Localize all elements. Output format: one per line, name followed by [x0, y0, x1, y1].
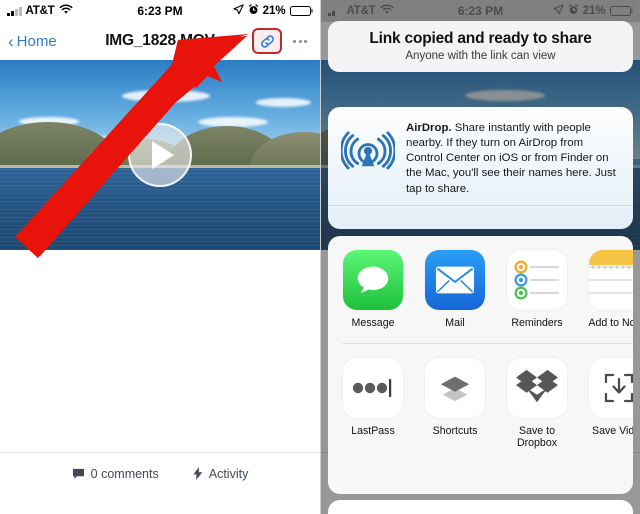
two-phone-comparison: AT&T 6:23 PM 21% ‹ Home IMG_1828.MOV 0 c…: [0, 0, 640, 514]
share-target-label: LastPass: [351, 424, 395, 437]
banner-title: Link copied and ready to share: [369, 30, 592, 47]
activity-button[interactable]: Activity: [193, 466, 249, 481]
status-bar-right-group: 21%: [232, 4, 313, 18]
play-icon: [151, 141, 174, 169]
comments-button[interactable]: 0 comments: [72, 467, 159, 481]
navigation-bar-left: ‹ Home IMG_1828.MOV: [0, 22, 320, 60]
page-title: IMG_1828.MOV: [105, 32, 215, 49]
share-target-mail[interactable]: Mail: [424, 250, 486, 330]
shortcuts-icon: [425, 357, 485, 418]
comments-label: 0 comments: [90, 466, 159, 481]
airdrop-description: AirDrop. Share instantly with people nea…: [406, 121, 621, 197]
share-target-label: Reminders: [511, 317, 563, 329]
share-target-shortcuts[interactable]: Shortcuts: [424, 357, 486, 438]
airdrop-card[interactable]: AirDrop. Share instantly with people nea…: [328, 107, 633, 229]
play-button[interactable]: [128, 123, 192, 187]
mail-icon: [425, 250, 485, 310]
share-sheet: Link copied and ready to share Anyone wi…: [321, 0, 640, 514]
share-target-dropbox[interactable]: Save to Dropbox: [506, 357, 568, 450]
airdrop-icon: [339, 123, 397, 177]
save-download-icon: [589, 357, 633, 418]
share-target-label: Save to Dropbox: [516, 424, 558, 450]
share-app-row-1: Message Mail Reminders Add to N: [328, 236, 633, 330]
reminders-icon: [507, 250, 567, 310]
share-target-lastpass[interactable]: LastPass: [342, 357, 404, 438]
share-target-message[interactable]: Message: [342, 250, 404, 330]
battery-icon: [289, 5, 313, 17]
alarm-clock-icon: [248, 4, 259, 18]
notes-icon: [589, 250, 633, 310]
link-icon: [260, 34, 274, 48]
share-target-notes[interactable]: Add to Notes: [588, 250, 633, 330]
comment-icon: [72, 468, 84, 479]
share-target-label: Save Video: [592, 424, 633, 437]
video-thumbnail[interactable]: [0, 60, 320, 250]
share-sheet-actions-card[interactable]: [328, 500, 633, 514]
nav-actions: [252, 28, 312, 54]
share-app-row-2: LastPass Shortcuts Save to Dropbox Save …: [328, 344, 633, 450]
chevron-left-icon: ‹: [8, 31, 14, 51]
more-options-button[interactable]: [288, 34, 312, 49]
back-to-home-button[interactable]: ‹ Home: [8, 33, 57, 50]
share-target-label: Message: [351, 317, 395, 329]
location-arrow-icon: [232, 4, 244, 18]
bottom-toolbar-left: 0 comments Activity: [0, 452, 320, 494]
right-phone-screenshot: AT&T 6:23 PM 21% Link copied and ready t…: [320, 0, 640, 514]
share-target-label: Add to Notes: [588, 317, 633, 329]
share-target-reminders[interactable]: Reminders: [506, 250, 568, 330]
status-bar-left: AT&T 6:23 PM 21%: [0, 0, 320, 22]
share-target-label: Mail: [445, 317, 465, 329]
back-button-label: Home: [16, 32, 57, 50]
copy-link-button[interactable]: [252, 28, 282, 54]
ellipsis-dot: [293, 39, 296, 43]
banner-subtitle: Anyone with the link can view: [405, 50, 556, 62]
left-phone-screenshot: AT&T 6:23 PM 21% ‹ Home IMG_1828.MOV 0 c…: [0, 0, 320, 514]
lastpass-icon: [343, 357, 403, 418]
video-detail-content: 0 comments Activity: [0, 60, 320, 494]
share-apps-card: Message Mail Reminders Add to N LastPass…: [328, 236, 633, 494]
airdrop-divider: [328, 205, 633, 206]
ellipsis-dot: [304, 39, 307, 43]
messages-icon: [343, 250, 403, 310]
airdrop-label: AirDrop.: [406, 122, 452, 134]
ellipsis-dot: [298, 39, 302, 43]
share-target-save-video[interactable]: Save Video: [588, 357, 633, 438]
link-copied-banner: Link copied and ready to share Anyone wi…: [328, 21, 633, 72]
lightning-bolt-icon: [193, 467, 203, 480]
dropbox-icon: [507, 357, 567, 418]
share-target-label: Shortcuts: [432, 424, 478, 437]
activity-label: Activity: [208, 466, 249, 481]
battery-percent-label: 21%: [262, 5, 286, 17]
